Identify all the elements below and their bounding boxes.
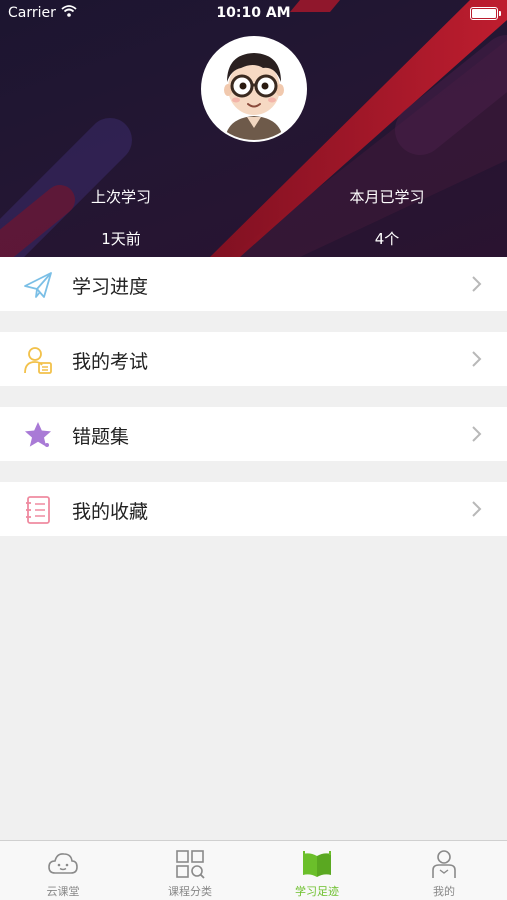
month-study-value: 4个 xyxy=(374,230,400,248)
tab-cloud-classroom[interactable]: 云课堂 xyxy=(0,841,126,900)
avatar-cartoon-icon xyxy=(203,38,305,140)
tab-label: 云课堂 xyxy=(46,885,80,898)
menu-item-label: 学习进度 xyxy=(72,276,149,298)
person-icon xyxy=(432,850,456,878)
chevron-right-icon xyxy=(472,426,482,442)
tab-label: 我的 xyxy=(433,885,455,898)
chevron-right-icon xyxy=(472,351,482,367)
menu-item-my-favorites[interactable]: 我的收藏 xyxy=(0,482,507,536)
battery-icon xyxy=(470,7,501,20)
notebook-icon xyxy=(26,496,50,524)
last-study-value: 1天前 xyxy=(101,230,141,248)
menu-item-label: 我的考试 xyxy=(72,351,149,373)
status-bar: Carrier 10:10 AM xyxy=(0,0,507,26)
tab-label: 课程分类 xyxy=(168,885,212,898)
tab-study-footprint[interactable]: 学习足迹 xyxy=(254,841,380,900)
menu-item-my-exams[interactable]: 我的考试 xyxy=(0,332,507,386)
cloud-face-icon xyxy=(48,853,78,874)
menu-item-label: 我的收藏 xyxy=(72,501,149,523)
open-book-icon xyxy=(303,851,331,877)
tab-mine[interactable]: 我的 xyxy=(381,841,507,900)
tab-label: 学习足迹 xyxy=(295,885,339,898)
status-time: 10:10 AM xyxy=(216,5,291,21)
last-study-label: 上次学习 xyxy=(90,188,151,206)
star-icon xyxy=(25,422,51,447)
tab-course-category[interactable]: 课程分类 xyxy=(127,841,253,900)
menu-item-label: 错题集 xyxy=(72,426,130,448)
menu-item-study-progress[interactable]: 学习进度 xyxy=(0,257,507,311)
paper-plane-icon xyxy=(24,272,52,298)
exam-user-icon xyxy=(24,347,52,374)
chevron-right-icon xyxy=(472,276,482,292)
menu-item-wrong-questions[interactable]: 错题集 xyxy=(0,407,507,461)
avatar[interactable] xyxy=(201,36,307,142)
chevron-right-icon xyxy=(472,501,482,517)
tab-bar: 云课堂 课程分类 学习足迹 我的 xyxy=(0,840,507,900)
month-study-label: 本月已学习 xyxy=(349,188,425,206)
grid-search-icon xyxy=(176,850,205,879)
profile-header: Carrier 10:10 AM 上次学习 1天前 本月已学习 4个 xyxy=(0,0,507,257)
